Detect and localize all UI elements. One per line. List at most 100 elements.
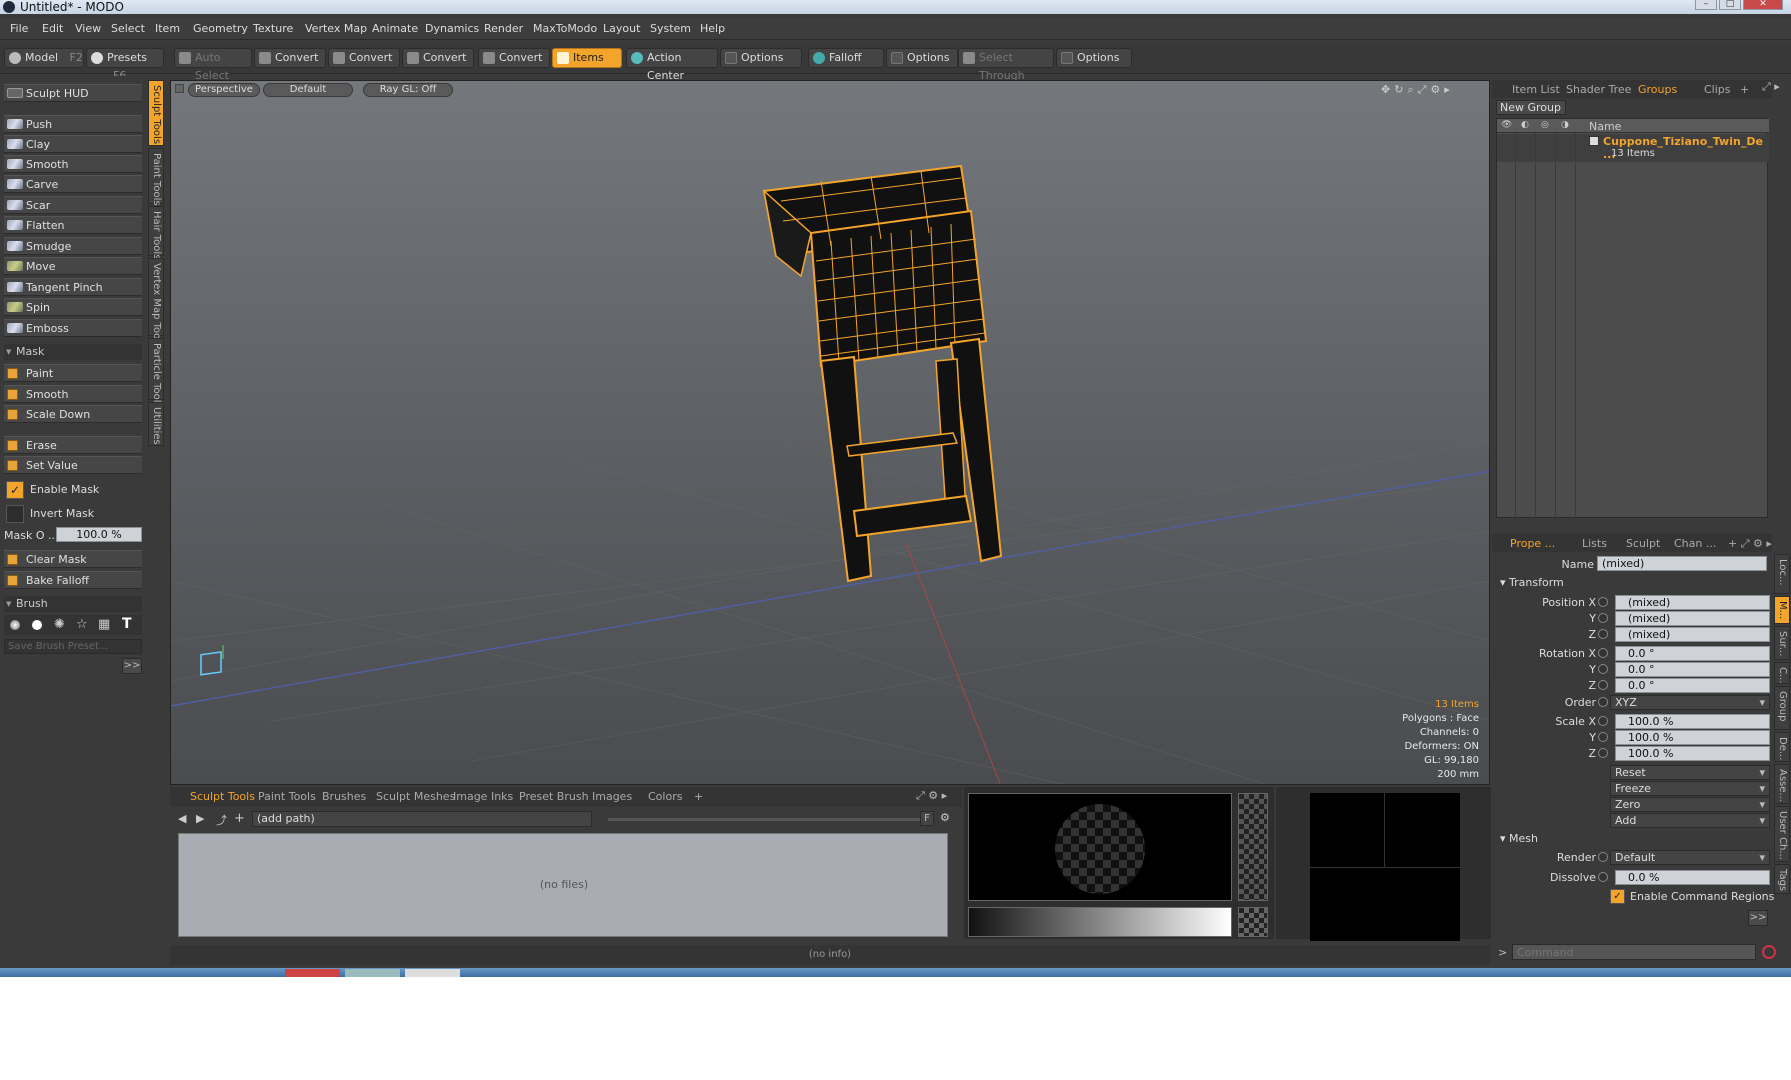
vtab-particle-tools[interactable]: Particle Tools bbox=[148, 338, 164, 408]
sidetab-group[interactable]: Group bbox=[1774, 686, 1790, 730]
model-button[interactable]: Model F2 bbox=[4, 48, 84, 68]
name-field[interactable]: (mixed) bbox=[1597, 556, 1767, 571]
tool-smooth[interactable]: Smooth bbox=[4, 155, 142, 173]
tab-properties[interactable]: Prope ... bbox=[1510, 536, 1555, 552]
sidetab-user-channels[interactable]: User Ch... bbox=[1774, 806, 1790, 862]
texture-preview[interactable] bbox=[1310, 793, 1460, 941]
filter-button[interactable]: F bbox=[920, 811, 934, 826]
visibility-col-icon[interactable]: 👁 bbox=[1501, 120, 1512, 130]
3d-viewport[interactable]: Perspective Default Ray GL: Off ✥↻⌕⤢⚙▸ 1… bbox=[170, 80, 1490, 785]
items-mode-button[interactable]: Items bbox=[552, 48, 622, 68]
mask-opacity-field[interactable]: 100.0 % bbox=[56, 527, 142, 542]
invert-mask-checkbox[interactable] bbox=[6, 505, 24, 523]
browser-settings-icon[interactable]: ⚙ bbox=[940, 811, 950, 824]
sculpt-hud-button[interactable]: Sculpt HUD bbox=[4, 84, 142, 102]
mask-paint[interactable]: Paint bbox=[4, 364, 142, 382]
forward-icon[interactable]: ▶ bbox=[196, 812, 204, 825]
add-tab-button[interactable]: + bbox=[694, 789, 703, 805]
splatter-brush-icon[interactable]: ✺ bbox=[54, 617, 65, 632]
order-dropdown[interactable]: XYZ bbox=[1610, 695, 1770, 710]
lock-col-icon[interactable]: ◎ bbox=[1541, 120, 1549, 130]
mask-smooth[interactable]: Smooth bbox=[4, 385, 142, 403]
tab-channels[interactable]: Chan ... bbox=[1674, 536, 1716, 552]
dissolve-keyframe-icon[interactable] bbox=[1598, 872, 1608, 882]
presets-button[interactable]: Presets F6 bbox=[86, 48, 164, 82]
taskbar-app-3-icon[interactable] bbox=[405, 969, 460, 977]
add-dropdown[interactable]: Add bbox=[1610, 813, 1770, 828]
sidetab-c[interactable]: C... bbox=[1774, 662, 1790, 684]
rotation-y-field[interactable]: 0.0 ° bbox=[1615, 662, 1770, 677]
action-center-options-button[interactable]: Options bbox=[720, 48, 802, 68]
mask-set-value[interactable]: Set Value bbox=[4, 456, 142, 474]
menu-item[interactable]: Item bbox=[155, 22, 180, 35]
tab-sculpt[interactable]: Sculpt bbox=[1626, 536, 1660, 552]
add-prop-tab-icon[interactable]: + ⤢ ⚙ ▸ bbox=[1728, 536, 1772, 552]
tool-scar[interactable]: Scar bbox=[4, 196, 142, 214]
menu-layout[interactable]: Layout bbox=[603, 22, 640, 35]
scale-y-keyframe-icon[interactable] bbox=[1598, 732, 1608, 742]
enable-command-regions-checkbox[interactable]: ✓ bbox=[1610, 889, 1625, 904]
convert-polygons-button[interactable]: Convert bbox=[402, 48, 474, 68]
convert-materials-button[interactable]: Convert bbox=[478, 48, 550, 68]
vtab-utilities[interactable]: Utilities bbox=[148, 402, 164, 446]
menu-texture[interactable]: Texture bbox=[253, 22, 293, 35]
zero-dropdown[interactable]: Zero bbox=[1610, 797, 1770, 812]
order-keyframe-icon[interactable] bbox=[1598, 697, 1608, 707]
action-center-button[interactable]: Action Center bbox=[626, 48, 718, 82]
vtab-vertex-map-tools[interactable]: Vertex Map Tools bbox=[148, 258, 164, 347]
sidetab-tags[interactable]: Tags bbox=[1774, 864, 1790, 894]
scale-x-field[interactable]: 100.0 % bbox=[1615, 714, 1770, 729]
add-path-icon[interactable]: + bbox=[234, 811, 245, 826]
auto-select-button[interactable]: Auto Select bbox=[174, 48, 252, 82]
menu-select[interactable]: Select bbox=[111, 22, 145, 35]
minimize-button[interactable]: – bbox=[1695, 0, 1717, 10]
tab-paint-tools[interactable]: Paint Tools bbox=[258, 789, 316, 805]
position-x-field[interactable]: (mixed) bbox=[1615, 595, 1770, 610]
command-input[interactable] bbox=[1512, 944, 1756, 960]
scale-x-keyframe-icon[interactable] bbox=[1598, 716, 1608, 726]
sidetab-mesh[interactable]: M... bbox=[1774, 596, 1790, 624]
save-brush-preset-button[interactable]: Save Brush Preset... bbox=[4, 639, 142, 654]
expand-button[interactable]: >> bbox=[122, 658, 142, 674]
sidetab-deformers[interactable]: De... bbox=[1774, 732, 1790, 762]
menu-system[interactable]: System bbox=[650, 22, 691, 35]
mask-section-header[interactable]: Mask bbox=[4, 344, 142, 360]
brush-section-header[interactable]: Brush bbox=[4, 596, 142, 612]
tab-groups[interactable]: Groups bbox=[1638, 82, 1677, 98]
menu-geometry[interactable]: Geometry bbox=[193, 22, 248, 35]
vtab-hair-tools[interactable]: Hair Tools bbox=[148, 206, 164, 259]
up-directory-icon[interactable]: ⤴ bbox=[216, 812, 227, 828]
tool-carve[interactable]: Carve bbox=[4, 175, 142, 193]
mask-scale-down[interactable]: Scale Down bbox=[4, 405, 142, 423]
mask-erase[interactable]: Erase bbox=[4, 436, 142, 454]
sidetab-locator[interactable]: Loc... bbox=[1774, 554, 1790, 594]
tool-smudge[interactable]: Smudge bbox=[4, 237, 142, 255]
sidetab-assembly[interactable]: Asse... bbox=[1774, 764, 1790, 804]
mesh-section-header[interactable]: ▾ Mesh bbox=[1500, 832, 1538, 845]
menu-render[interactable]: Render bbox=[484, 22, 523, 35]
convert-edges-button[interactable]: Convert bbox=[328, 48, 400, 68]
groups-panel-controls-icon[interactable]: ⤢ ▸ bbox=[1762, 80, 1780, 94]
falloff-options-button[interactable]: Options bbox=[886, 48, 958, 68]
taskbar-app-2-icon[interactable] bbox=[345, 969, 400, 977]
position-y-keyframe-icon[interactable] bbox=[1598, 613, 1608, 623]
text-brush-icon[interactable]: T bbox=[122, 616, 132, 632]
convert-vertices-button[interactable]: Convert bbox=[254, 48, 326, 68]
group-row[interactable]: Cuppone_Tiziano_Twin_De ... 13 Items bbox=[1497, 134, 1769, 162]
vtab-sculpt-tools[interactable]: Sculpt Tools bbox=[148, 80, 164, 146]
rotation-z-keyframe-icon[interactable] bbox=[1598, 680, 1608, 690]
path-dropdown[interactable]: (add path) bbox=[252, 811, 592, 827]
tab-images[interactable]: Images bbox=[592, 789, 632, 805]
properties-expand-button[interactable]: >> bbox=[1748, 910, 1768, 926]
maximize-button[interactable]: □ bbox=[1719, 0, 1741, 10]
brush-opacity-strip[interactable] bbox=[1238, 793, 1268, 901]
tab-sculpt-meshes[interactable]: Sculpt Meshes bbox=[376, 789, 455, 805]
scale-z-keyframe-icon[interactable] bbox=[1598, 748, 1608, 758]
tab-shader-tree[interactable]: Shader Tree bbox=[1566, 82, 1631, 98]
add-panel-tab-icon[interactable]: + bbox=[1740, 82, 1749, 98]
new-group-button[interactable]: New Group bbox=[1496, 100, 1566, 115]
tool-push[interactable]: Push bbox=[4, 115, 142, 133]
brush-preview[interactable] bbox=[968, 793, 1232, 901]
bake-falloff-button[interactable]: Bake Falloff bbox=[4, 571, 142, 589]
rotation-y-keyframe-icon[interactable] bbox=[1598, 664, 1608, 674]
